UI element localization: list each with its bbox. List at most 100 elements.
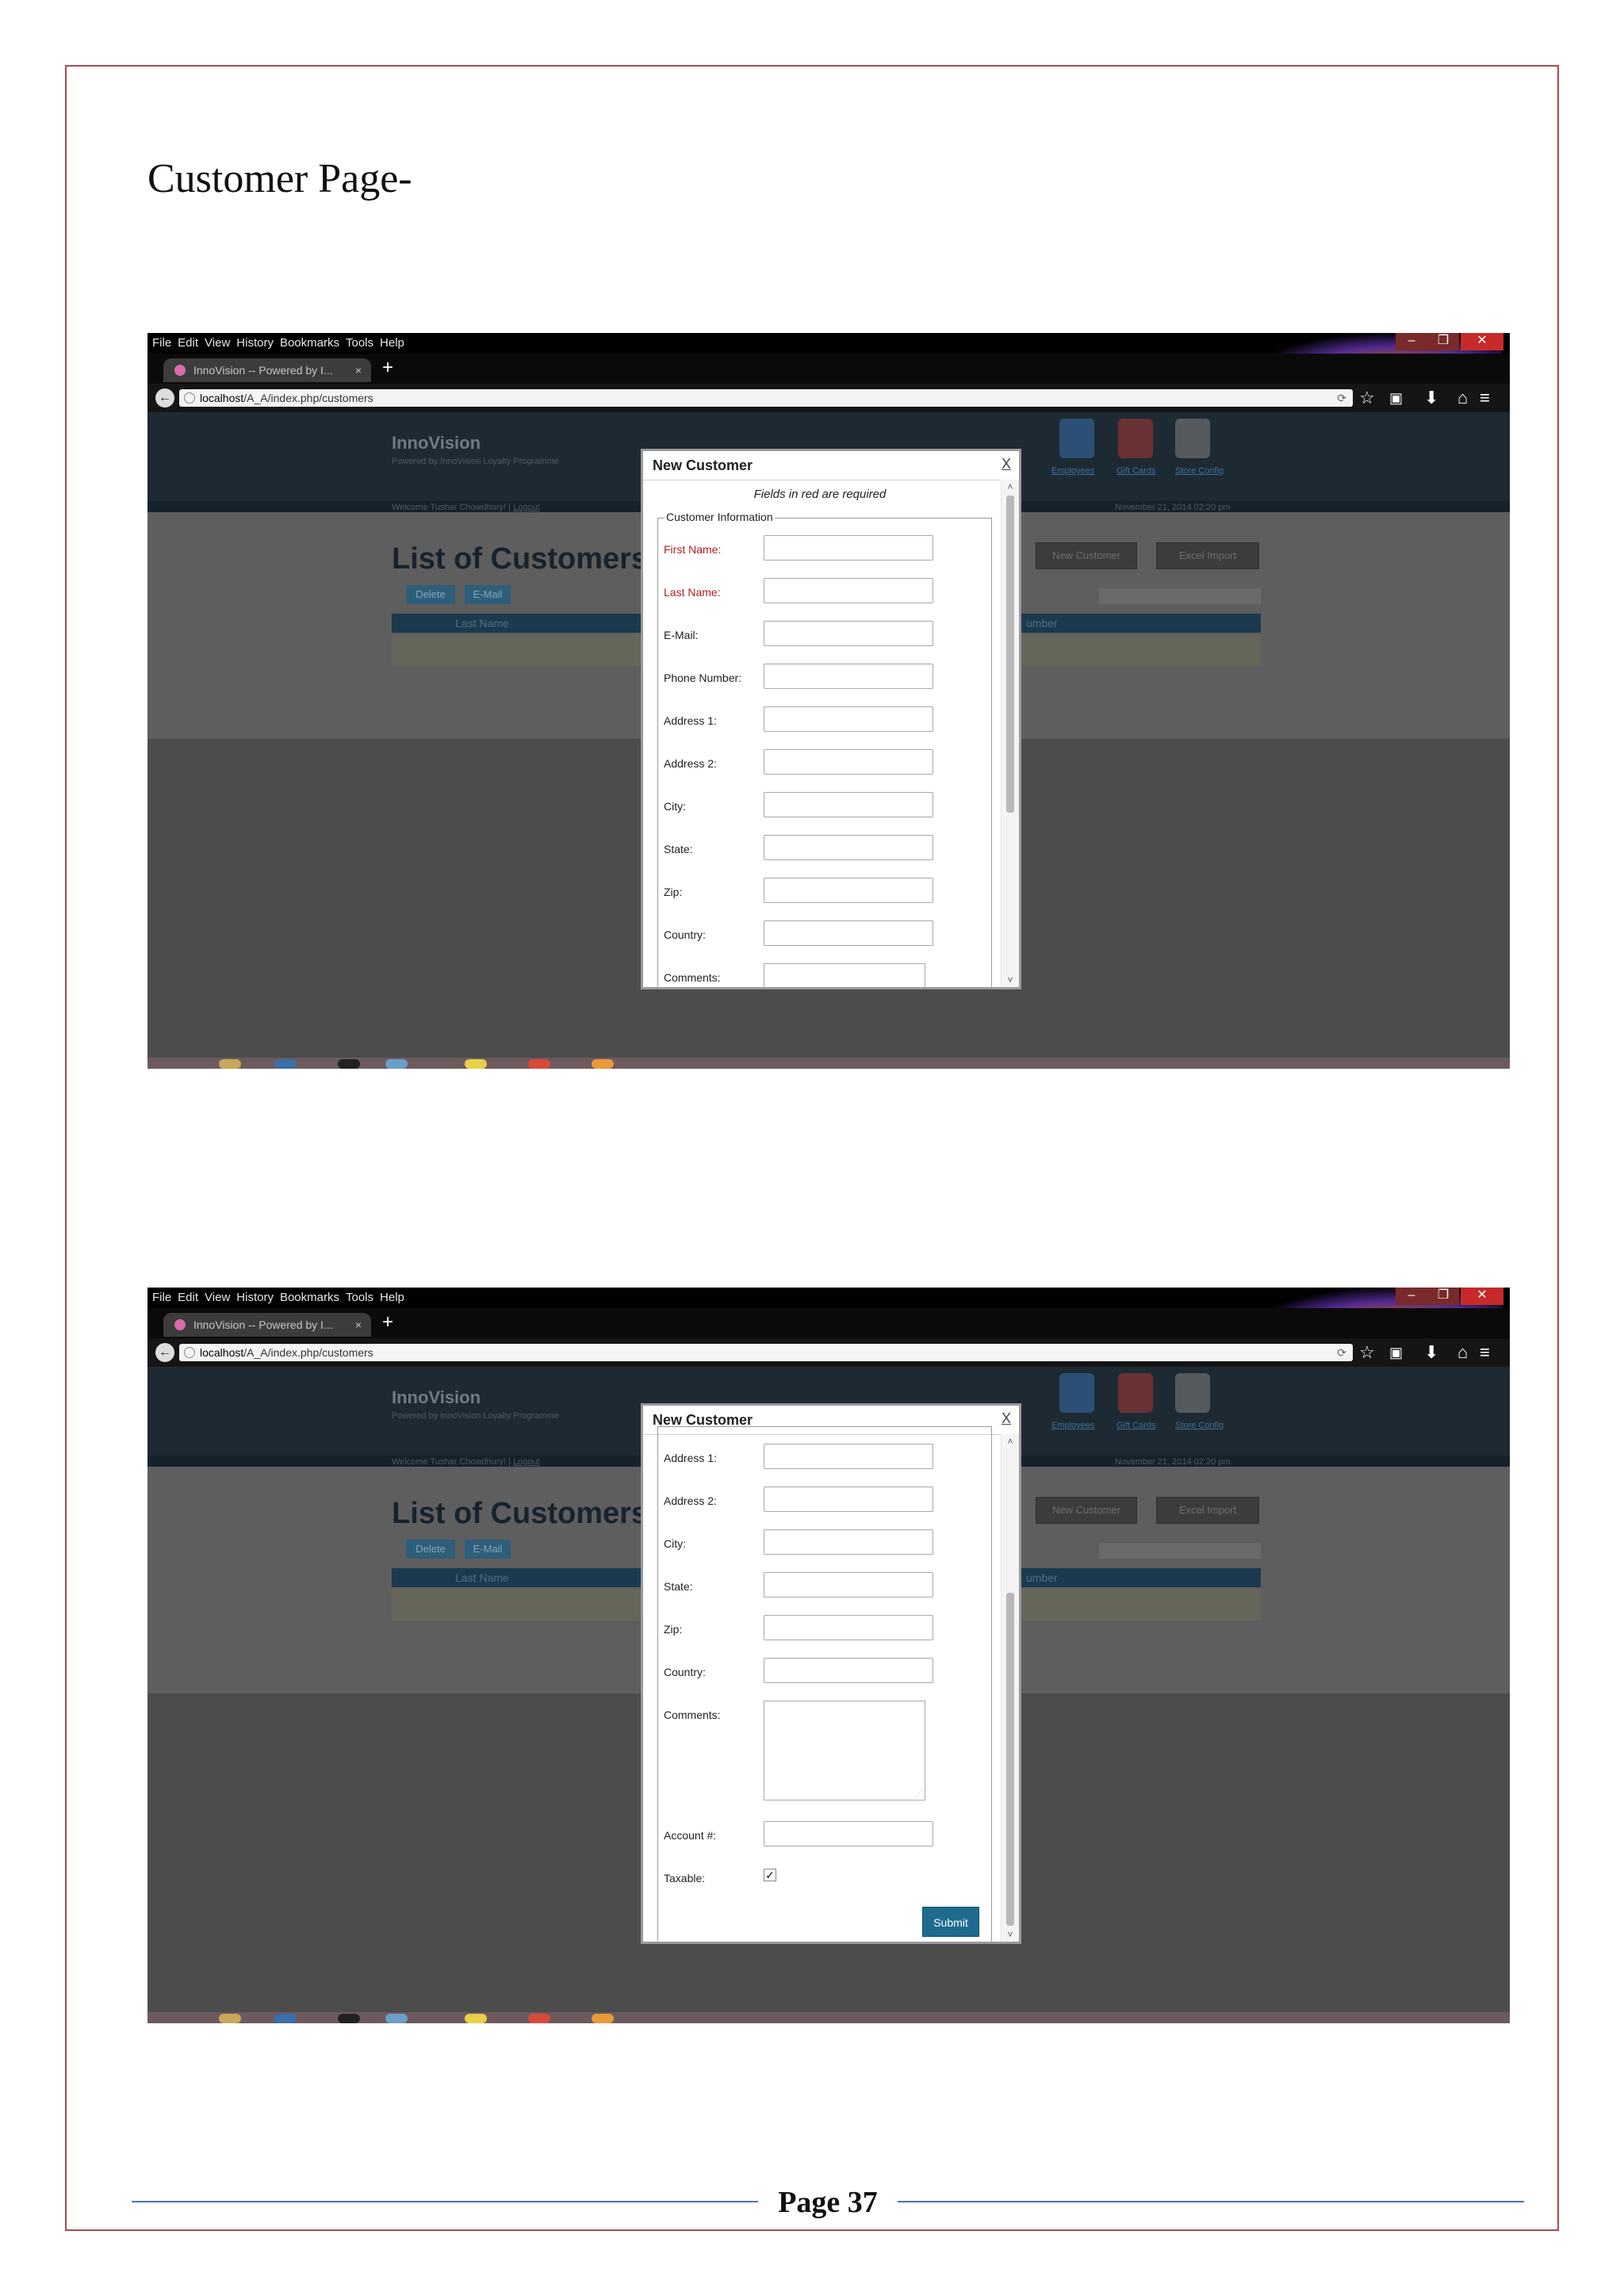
menu-file[interactable]: File (152, 1288, 171, 1308)
store-config-icon[interactable] (1175, 419, 1210, 458)
scroll-up-icon[interactable]: ˄ (1002, 480, 1019, 494)
dialog-close-button[interactable]: X (1002, 1410, 1011, 1427)
back-arrow-icon[interactable]: ← (155, 388, 174, 408)
delete-button[interactable]: Delete (406, 585, 455, 604)
menu-bookmarks[interactable]: Bookmarks (280, 1288, 339, 1308)
nav-store-config[interactable]: Store Config (1175, 1421, 1224, 1430)
taskbar-app-icon[interactable] (592, 1059, 614, 1069)
dialog-scrollbar[interactable]: ˄ ˅ (1001, 1434, 1019, 1942)
email-field[interactable] (764, 621, 933, 646)
home-icon[interactable]: ⌂ (1457, 385, 1468, 411)
clipboard-icon[interactable]: ▣ (1389, 385, 1403, 411)
menu-view[interactable]: View (205, 333, 230, 354)
email-button[interactable]: E-Mail (465, 585, 511, 604)
maximize-icon[interactable]: ❐ (1427, 1288, 1459, 1305)
menu-tools[interactable]: Tools (346, 333, 373, 354)
account-field[interactable] (764, 1821, 933, 1846)
tab-close-icon[interactable]: × (355, 1313, 362, 1337)
store-config-icon[interactable] (1175, 1373, 1210, 1413)
state-field[interactable] (764, 1572, 933, 1598)
taskbar-app-icon[interactable] (592, 2014, 614, 2023)
download-icon[interactable]: ⬇ (1424, 385, 1438, 411)
menu-bookmarks[interactable]: Bookmarks (280, 333, 339, 354)
search-input[interactable] (1099, 1543, 1261, 1559)
menu-file[interactable]: File (152, 333, 171, 354)
taskbar-app-icon[interactable] (465, 2014, 487, 2023)
nav-gift-cards[interactable]: Gift Cards (1116, 466, 1156, 476)
dialog-scrollbar[interactable]: ˄ ˅ (1001, 480, 1019, 987)
zip-field[interactable] (764, 1615, 933, 1640)
city-field[interactable] (764, 792, 933, 817)
minimize-icon[interactable]: – (1396, 1288, 1427, 1305)
scroll-up-icon[interactable]: ˄ (1002, 1434, 1019, 1448)
employees-icon[interactable] (1059, 1373, 1094, 1413)
city-field[interactable] (764, 1529, 933, 1555)
download-icon[interactable]: ⬇ (1424, 1340, 1438, 1365)
menu-hamburger-icon[interactable]: ≡ (1480, 385, 1490, 411)
new-customer-button[interactable]: New Customer (1036, 1497, 1137, 1524)
menu-edit[interactable]: Edit (178, 333, 198, 354)
menu-history[interactable]: History (236, 1288, 274, 1308)
delete-button[interactable]: Delete (406, 1540, 455, 1559)
taskbar-app-icon[interactable] (274, 2014, 297, 2023)
logout-link[interactable]: Logout (513, 1457, 540, 1467)
address2-field[interactable] (764, 1487, 933, 1512)
search-input[interactable] (1099, 588, 1261, 604)
nav-employees[interactable]: Employees (1051, 466, 1094, 476)
taskbar-app-icon[interactable] (528, 1059, 550, 1069)
window-close-icon[interactable]: ✕ (1461, 333, 1503, 350)
address2-field[interactable] (764, 749, 933, 775)
taskbar-app-icon[interactable] (219, 2014, 241, 2023)
taskbar-app-icon[interactable] (528, 2014, 550, 2023)
menu-tools[interactable]: Tools (346, 1288, 373, 1308)
state-field[interactable] (764, 835, 933, 860)
first-name-field[interactable] (764, 535, 933, 561)
menu-help[interactable]: Help (380, 333, 404, 354)
submit-button[interactable]: Submit (922, 1907, 979, 1937)
browser-tab[interactable]: InnoVision -- Powered by I... × (163, 1313, 371, 1337)
star-icon[interactable]: ☆ (1359, 1340, 1375, 1365)
menu-history[interactable]: History (236, 333, 274, 354)
country-field[interactable] (764, 1658, 933, 1683)
resize-grip-icon[interactable]: ⋰ (915, 1789, 923, 1798)
browser-tab[interactable]: InnoVision -- Powered by I... × (163, 358, 371, 382)
country-field[interactable] (764, 920, 933, 946)
employees-icon[interactable] (1059, 419, 1094, 458)
tab-close-icon[interactable]: × (355, 358, 362, 382)
address1-field[interactable] (764, 1444, 933, 1469)
nav-store-config[interactable]: Store Config (1175, 466, 1224, 476)
taskbar-app-icon[interactable] (385, 2014, 408, 2023)
nav-gift-cards[interactable]: Gift Cards (1116, 1421, 1156, 1430)
new-tab-icon[interactable]: + (382, 355, 393, 381)
taxable-checkbox[interactable]: ✓ (764, 1869, 776, 1881)
star-icon[interactable]: ☆ (1359, 385, 1375, 411)
email-button[interactable]: E-Mail (465, 1540, 511, 1559)
new-customer-button[interactable]: New Customer (1036, 542, 1137, 569)
menu-view[interactable]: View (205, 1288, 230, 1308)
reload-icon[interactable]: ⟳ (1337, 389, 1346, 407)
url-bar[interactable]: localhost/A_A/index.php/customers ⟳ (179, 389, 1353, 407)
minimize-icon[interactable]: – (1396, 333, 1427, 350)
logout-link[interactable]: Logout (513, 503, 540, 512)
back-arrow-icon[interactable]: ← (155, 1343, 174, 1362)
clipboard-icon[interactable]: ▣ (1389, 1340, 1403, 1365)
scroll-down-icon[interactable]: ˅ (1002, 973, 1019, 987)
comments-field[interactable] (764, 963, 925, 987)
nav-employees[interactable]: Employees (1051, 1421, 1094, 1430)
comments-field[interactable]: ⋰ (764, 1701, 925, 1800)
taskbar-app-icon[interactable] (274, 1059, 297, 1069)
address1-field[interactable] (764, 706, 933, 732)
taskbar-app-icon[interactable] (338, 2014, 360, 2023)
gift-cards-icon[interactable] (1118, 1373, 1153, 1413)
excel-import-button[interactable]: Excel Import (1156, 1497, 1259, 1524)
excel-import-button[interactable]: Excel Import (1156, 542, 1259, 569)
maximize-icon[interactable]: ❐ (1427, 333, 1459, 350)
taskbar-app-icon[interactable] (385, 1059, 408, 1069)
taskbar-app-icon[interactable] (338, 1059, 360, 1069)
scroll-down-icon[interactable]: ˅ (1002, 1927, 1019, 1942)
reload-icon[interactable]: ⟳ (1337, 1344, 1346, 1361)
taskbar-app-icon[interactable] (465, 1059, 487, 1069)
menu-hamburger-icon[interactable]: ≡ (1480, 1340, 1490, 1365)
dialog-close-button[interactable]: X (1002, 456, 1011, 473)
url-bar[interactable]: localhost/A_A/index.php/customers ⟳ (179, 1344, 1353, 1361)
